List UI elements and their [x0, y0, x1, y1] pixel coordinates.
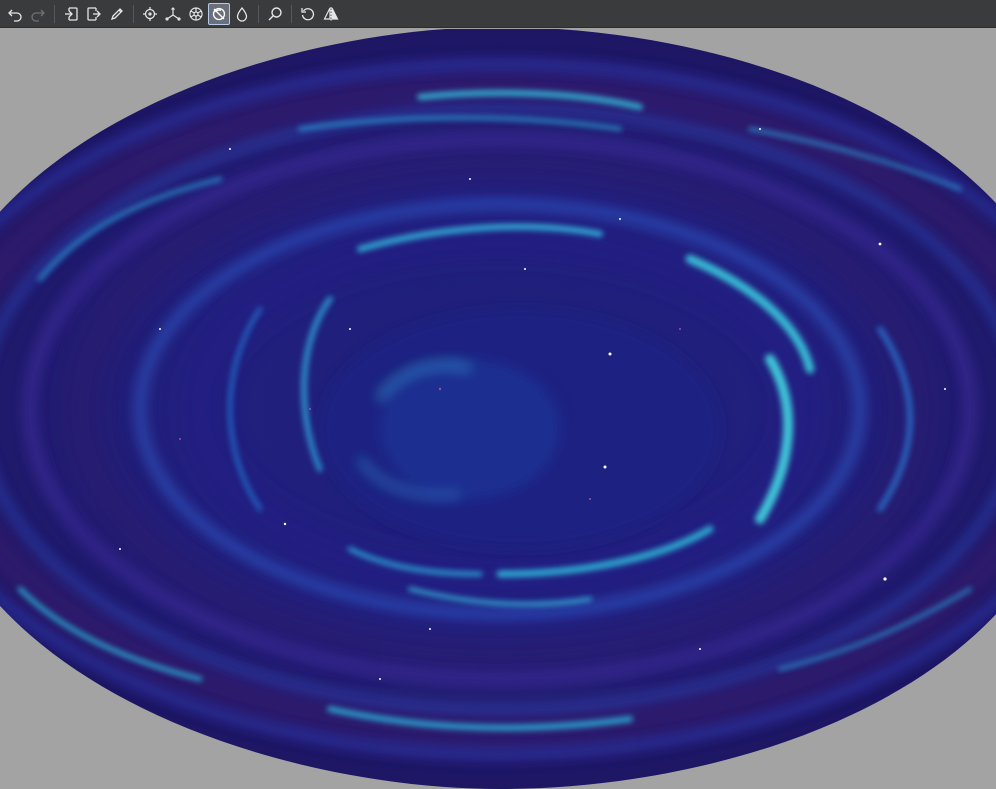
crosshair-icon [143, 6, 157, 21]
toolbar-separator [291, 4, 292, 23]
toolbar [0, 0, 996, 28]
toolbar-separator [258, 4, 259, 23]
droplet-tool-button[interactable] [231, 3, 253, 25]
pencil-button[interactable] [106, 3, 128, 25]
undo-icon [8, 9, 22, 22]
export-button[interactable] [83, 3, 105, 25]
export-icon [87, 6, 101, 21]
import-button[interactable] [60, 3, 82, 25]
zoom-button[interactable] [264, 3, 286, 25]
image-canvas[interactable] [0, 29, 996, 789]
nebula-image [0, 29, 996, 789]
toolbar-separator [54, 4, 55, 23]
sphere-tool-button[interactable] [185, 3, 207, 25]
rotate-button[interactable] [297, 3, 319, 25]
import-icon [65, 6, 78, 21]
axis-tool-button[interactable] [162, 3, 184, 25]
zoom-icon [268, 6, 282, 20]
eye-slash-icon [212, 7, 226, 20]
redo-icon [31, 9, 45, 22]
droplet-icon [236, 6, 248, 22]
undo-button[interactable] [4, 3, 26, 25]
flip-icon [323, 6, 339, 21]
axis-icon [165, 6, 181, 21]
pencil-icon [110, 7, 123, 20]
toolbar-separator [133, 4, 134, 23]
wheel-icon [189, 6, 203, 21]
redo-button[interactable] [27, 3, 49, 25]
move-tool-button[interactable] [139, 3, 161, 25]
distortion-tool-button[interactable] [208, 2, 230, 25]
rotate-icon [301, 7, 315, 20]
flip-button[interactable] [320, 3, 342, 25]
